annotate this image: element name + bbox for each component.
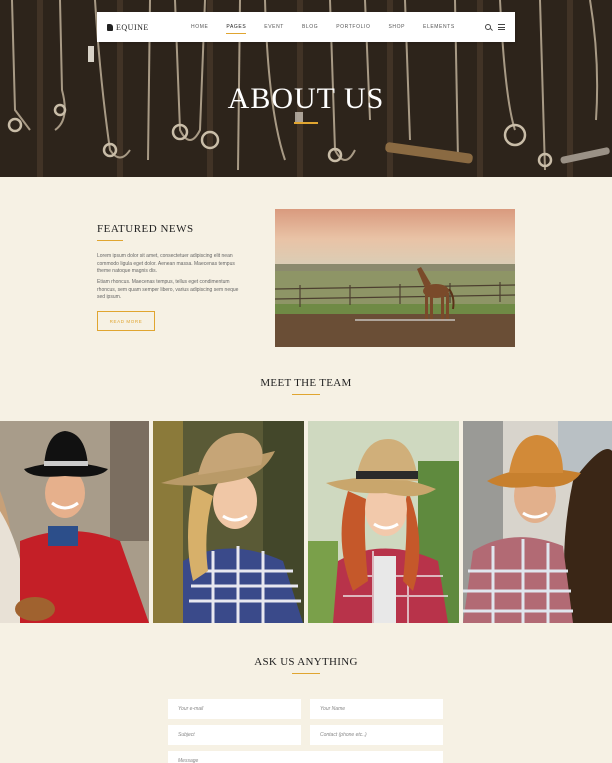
subject-field[interactable]: Subject: [168, 725, 301, 745]
contact-title-underline: [292, 673, 320, 674]
brand-logo[interactable]: EQUINE: [107, 23, 191, 32]
message-field[interactable]: Message: [168, 751, 443, 763]
featured-paragraph-1: Lorem ipsum dolor sit amet, consectetuer…: [97, 253, 235, 274]
team-member-photo[interactable]: [153, 421, 304, 623]
team-section-title: MEET THE TEAM: [260, 377, 352, 389]
featured-paragraph-2: Etiam rhoncus. Maecenas tempus, tellus e…: [97, 279, 239, 300]
horse-logo-icon: [107, 23, 113, 31]
team-member-photo[interactable]: [0, 421, 149, 623]
name-field[interactable]: Your Name: [310, 699, 443, 719]
menu-item-home[interactable]: HOME: [191, 24, 208, 30]
menu-item-shop[interactable]: SHOP: [388, 24, 405, 30]
menu-item-pages[interactable]: PAGES: [226, 24, 247, 34]
featured-horse-image: [275, 209, 515, 347]
menu-icon[interactable]: [498, 24, 505, 30]
nav-icons: [485, 24, 505, 30]
menu-item-event[interactable]: EVENT: [264, 24, 284, 30]
page-title: ABOUT US: [227, 82, 385, 115]
read-more-button[interactable]: READ MORE: [97, 311, 155, 331]
email-field[interactable]: Your e-mail: [168, 699, 301, 719]
team-member-photo[interactable]: [463, 421, 612, 623]
team-title-underline: [292, 394, 320, 395]
team-member-photo[interactable]: [308, 421, 459, 623]
menu-item-elements[interactable]: ELEMENTS: [423, 24, 455, 30]
search-icon[interactable]: [485, 24, 491, 30]
brand-name: EQUINE: [116, 22, 149, 32]
menu-item-portfolio[interactable]: PORTFOLIO: [336, 24, 370, 30]
contact-field[interactable]: Contact (phone etc..): [310, 725, 443, 745]
title-underline: [294, 122, 318, 124]
menu-item-blog[interactable]: BLOG: [302, 24, 318, 30]
featured-underline: [97, 240, 123, 241]
main-menu: HOME PAGES EVENT BLOG PORTFOLIO SHOP ELE…: [191, 24, 485, 34]
featured-news-title: FEATURED NEWS: [97, 223, 194, 235]
top-navbar: EQUINE HOME PAGES EVENT BLOG PORTFOLIO S…: [97, 12, 515, 42]
contact-section-title: ASK US ANYTHING: [254, 656, 358, 668]
